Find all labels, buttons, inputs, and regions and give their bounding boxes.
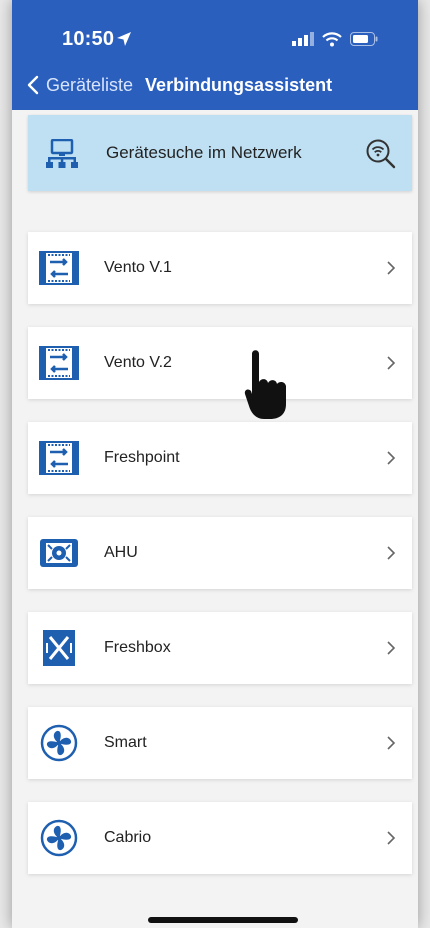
location-arrow-icon (117, 32, 131, 46)
chevron-right-icon (387, 356, 396, 370)
wifi-icon (322, 31, 342, 46)
scan-search-icon[interactable] (364, 137, 396, 169)
device-label: Freshbox (104, 639, 171, 656)
nav-bar: Geräteliste Verbindungsassistent (26, 70, 332, 100)
device-label: AHU (104, 544, 138, 561)
page-title: Verbindungsassistent (145, 74, 333, 95)
network-search-card[interactable]: Gerätesuche im Netzwerk (28, 115, 412, 191)
freshbox-icon (38, 627, 80, 669)
device-label: Vento V.1 (104, 259, 172, 276)
chevron-right-icon (387, 546, 396, 560)
vento-icon (38, 437, 80, 479)
hand-pointer-icon (244, 350, 286, 419)
device-item-ahu[interactable]: AHU (28, 517, 412, 589)
vento-icon (38, 342, 80, 384)
status-time: 10:50 (62, 28, 115, 50)
back-chevron-icon[interactable] (26, 75, 40, 95)
status-icons (292, 28, 378, 50)
home-indicator[interactable] (148, 917, 298, 923)
fan-icon (38, 817, 80, 859)
network-search-label: Gerätesuche im Netzwerk (106, 143, 302, 162)
app-frame: 10:50 Geräteliste Verbindungsassistent G… (12, 0, 418, 928)
device-item-freshbox[interactable]: Freshbox (28, 612, 412, 684)
device-item-freshpoint[interactable]: Freshpoint (28, 422, 412, 494)
device-item-cabrio[interactable]: Cabrio (28, 802, 412, 874)
network-icon (46, 139, 78, 168)
device-item-vento-v1[interactable]: Vento V.1 (28, 232, 412, 304)
device-item-smart[interactable]: Smart (28, 707, 412, 779)
device-item-vento-v2[interactable]: Vento V.2 (28, 327, 412, 399)
device-label: Freshpoint (104, 449, 180, 466)
chevron-right-icon (387, 831, 396, 845)
back-button[interactable]: Geräteliste (46, 75, 133, 96)
header: 10:50 Geräteliste Verbindungsassistent (12, 0, 418, 110)
battery-icon (350, 32, 378, 46)
ahu-icon (38, 532, 80, 574)
chevron-right-icon (387, 641, 396, 655)
fan-icon (38, 722, 80, 764)
chevron-right-icon (387, 451, 396, 465)
device-label: Cabrio (104, 829, 152, 846)
signal-icon (292, 32, 314, 46)
vento-icon (38, 247, 80, 289)
device-list: Vento V.1 Vento V.2 Freshpoint AHU Fresh… (28, 232, 412, 897)
chevron-right-icon (387, 261, 396, 275)
chevron-right-icon (387, 736, 396, 750)
device-label: Smart (104, 734, 147, 751)
